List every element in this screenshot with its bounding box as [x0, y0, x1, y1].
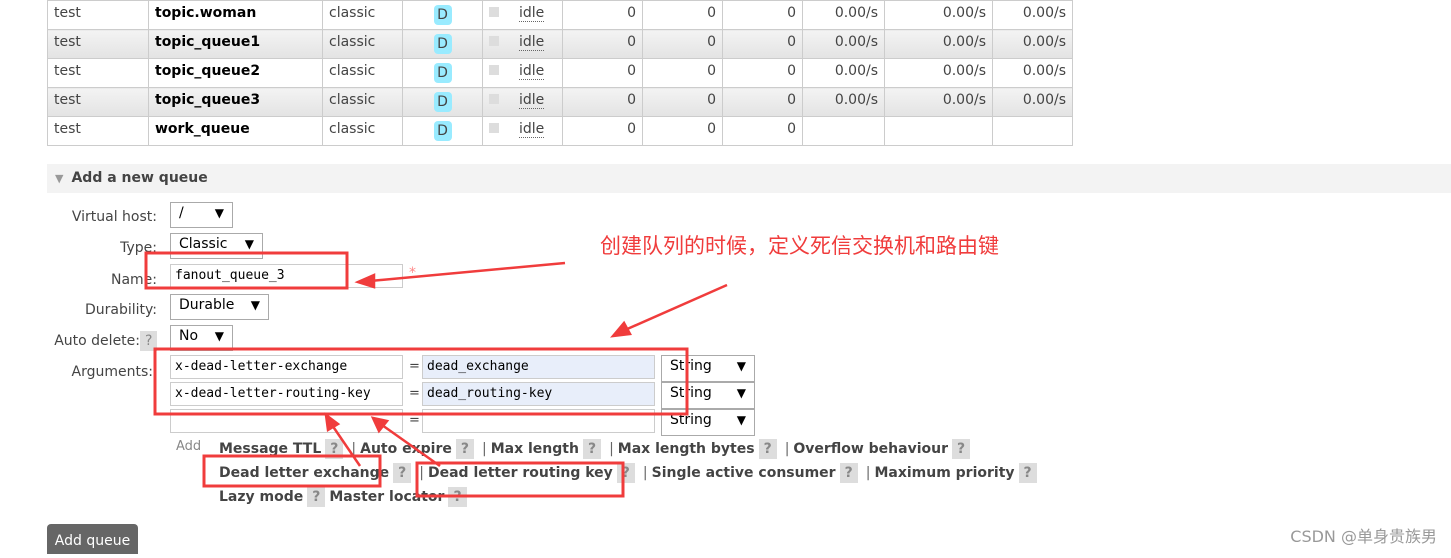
watermark: CSDN @单身贵族男: [1290, 527, 1437, 546]
name-highlight-box: [144, 251, 349, 290]
arrow-to-name: [369, 261, 566, 283]
arrow-to-key2: [381, 423, 441, 468]
arrow-to-arguments: [624, 283, 728, 332]
arguments-highlight-box: [153, 347, 689, 416]
annotation-overlay: [144, 251, 728, 498]
dlrk-highlight-box: [415, 461, 625, 498]
dle-highlight-box: [202, 454, 382, 488]
arrow-to-key1: [330, 424, 362, 467]
